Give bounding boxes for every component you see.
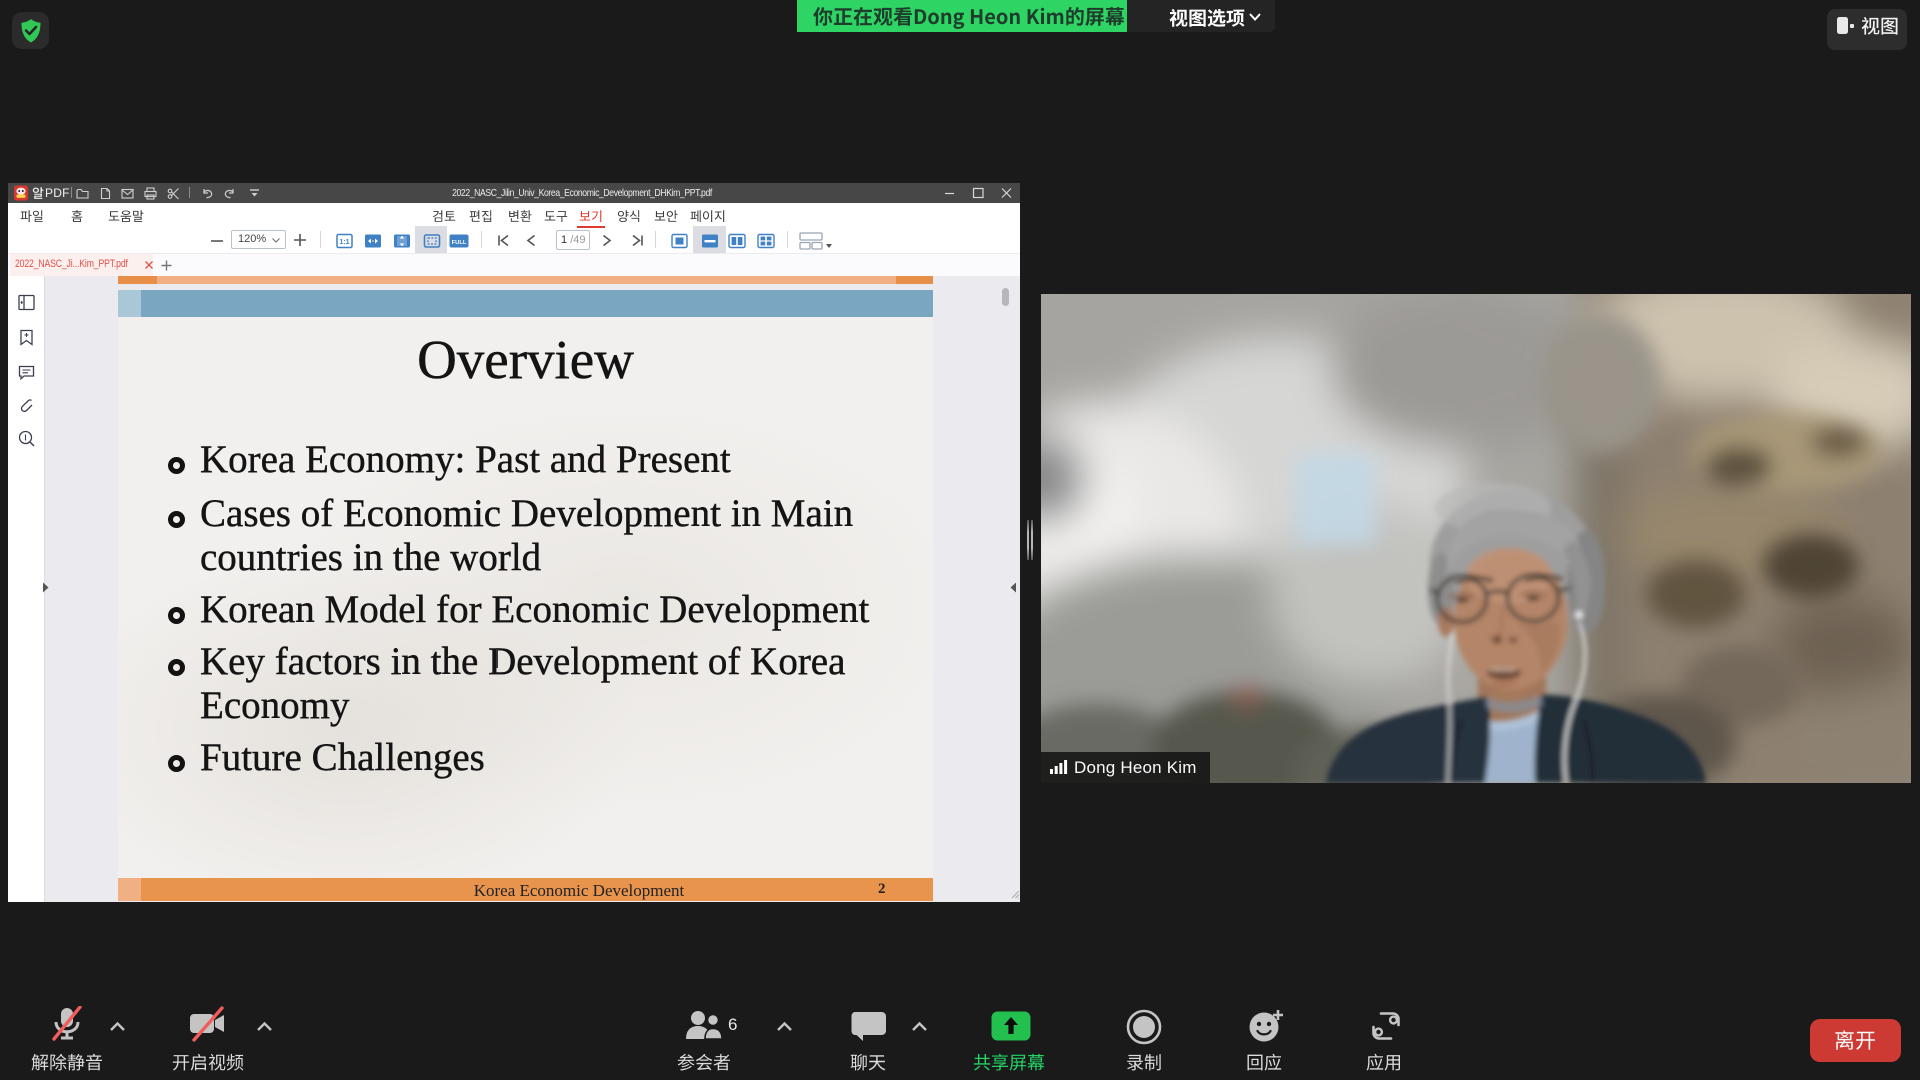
svg-text:FULL: FULL [452, 240, 467, 246]
svg-text:1:1: 1:1 [339, 239, 349, 246]
